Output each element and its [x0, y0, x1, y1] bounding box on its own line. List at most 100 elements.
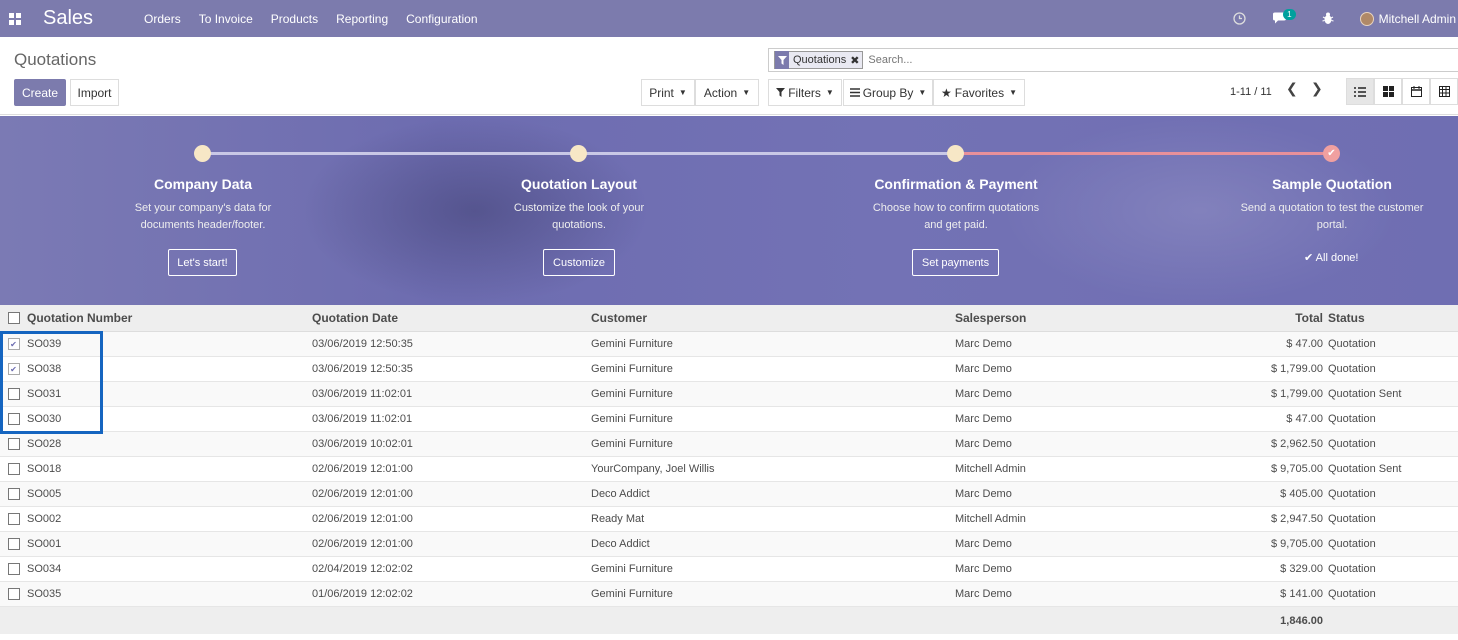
pager-previous-icon[interactable]: ❮: [1286, 80, 1298, 97]
step-quotation-layout: Quotation Layout Customize the look of y…: [469, 176, 689, 234]
row-quotation-number: SO039: [27, 338, 62, 350]
debug-bug-icon[interactable]: [1322, 12, 1334, 25]
lets-start-button[interactable]: Let's start!: [168, 249, 237, 276]
table-row[interactable]: SO018 02/06/2019 12:01:00 YourCompany, Joe…: [0, 457, 1458, 482]
row-checkbox[interactable]: [7, 488, 20, 500]
row-quotation-date: 02/06/2019 12:01:00: [312, 538, 413, 550]
row-salesperson: Marc Demo: [955, 538, 1012, 550]
row-total: $ 47.00: [1286, 413, 1323, 425]
row-total: $ 1,799.00: [1271, 388, 1323, 400]
row-quotation-date: 02/06/2019 12:01:00: [312, 463, 413, 475]
table-row[interactable]: SO001 02/06/2019 12:01:00 Deco Addict Marc …: [0, 532, 1458, 557]
row-customer: Gemini Furniture: [591, 413, 673, 425]
step-title: Confirmation & Payment: [874, 176, 1038, 192]
row-checkbox[interactable]: [7, 438, 20, 450]
table-row[interactable]: SO030 03/06/2019 11:02:01 Gemini Furniture…: [0, 407, 1458, 432]
app-name[interactable]: Sales: [43, 7, 93, 30]
row-total: $ 9,705.00: [1271, 538, 1323, 550]
messages-icon[interactable]: 1: [1272, 9, 1296, 25]
pivot-view-icon[interactable]: [1430, 78, 1458, 105]
table-row[interactable]: SO028 03/06/2019 10:02:01 Gemini Furniture…: [0, 432, 1458, 457]
menu-configuration[interactable]: Configuration: [397, 12, 486, 26]
all-done-status: ✔ All done!: [1304, 251, 1358, 264]
row-total: $ 329.00: [1280, 563, 1323, 575]
row-checkbox[interactable]: [7, 563, 20, 575]
row-checkbox[interactable]: [7, 588, 20, 600]
table-body: ✔ SO039 03/06/2019 12:50:35 Gemini Furnitur…: [0, 332, 1458, 607]
row-total: $ 2,962.50: [1271, 438, 1323, 450]
user-menu[interactable]: Mitchell Admin: [1359, 11, 1456, 26]
row-quotation-date: 03/06/2019 11:02:01: [312, 413, 413, 425]
action-dropdown[interactable]: Action ▼: [695, 79, 759, 106]
header-customer[interactable]: Customer: [591, 311, 955, 325]
top-navbar: Sales Orders To Invoice Products Reporti…: [0, 0, 1458, 37]
row-quotation-date: 02/06/2019 12:01:00: [312, 513, 413, 525]
caret-down-icon: ▼: [1009, 88, 1018, 97]
menu-reporting[interactable]: Reporting: [327, 12, 397, 26]
header-quotation-number[interactable]: Quotation Number: [27, 311, 312, 325]
create-button[interactable]: Create: [14, 79, 66, 106]
menu-products[interactable]: Products: [262, 12, 327, 26]
row-customer: Ready Mat: [591, 513, 645, 525]
header-quotation-date[interactable]: Quotation Date: [312, 311, 591, 325]
row-quotation-number: SO018: [27, 463, 62, 475]
table-row[interactable]: SO034 02/04/2019 12:02:02 Gemini Furniture…: [0, 557, 1458, 582]
table-footer: 1,846.00: [0, 607, 1458, 634]
row-checkbox[interactable]: ✔: [7, 338, 20, 350]
step-description: Customize the look of your quotations.: [513, 202, 645, 231]
step-sample-quotation: Sample Quotation Send a quotation to tes…: [1222, 176, 1442, 234]
groupby-label: Group By: [862, 85, 914, 100]
table-row[interactable]: SO002 02/06/2019 12:01:00 Ready Mat Mitchel…: [0, 507, 1458, 532]
header-total[interactable]: Total: [1171, 311, 1323, 325]
import-button[interactable]: Import: [70, 79, 119, 106]
table-row[interactable]: SO031 03/06/2019 11:02:01 Gemini Furniture…: [0, 382, 1458, 407]
row-salesperson: Marc Demo: [955, 363, 1012, 375]
search-bar: Quotations ✖: [768, 48, 1458, 72]
row-checkbox[interactable]: ✔: [7, 363, 20, 375]
row-customer: Gemini Furniture: [591, 363, 673, 375]
onboarding-banner: ✔ Company Data Set your company's data f…: [0, 116, 1458, 305]
row-checkbox[interactable]: [7, 413, 20, 425]
row-checkbox[interactable]: [7, 538, 20, 550]
row-checkbox[interactable]: [7, 463, 20, 475]
search-input[interactable]: [868, 54, 1369, 66]
header-status[interactable]: Status: [1323, 311, 1453, 325]
step-done-check-icon: ✔: [1323, 145, 1340, 162]
pager-value[interactable]: 1-11 / 11: [1230, 86, 1272, 98]
remove-facet-icon[interactable]: ✖: [850, 54, 862, 67]
activity-clock-icon[interactable]: [1233, 12, 1246, 25]
groupby-dropdown[interactable]: Group By ▼: [843, 79, 933, 106]
print-dropdown[interactable]: Print ▼: [641, 79, 695, 106]
select-all-checkbox[interactable]: [7, 312, 20, 324]
main-menu: Orders To Invoice Products Reporting Con…: [135, 12, 487, 26]
row-quotation-date: 03/06/2019 11:02:01: [312, 388, 413, 400]
row-checkbox[interactable]: [7, 388, 20, 400]
messages-count-badge: 1: [1283, 9, 1296, 20]
list-view-icon[interactable]: [1346, 78, 1374, 105]
row-status: Quotation Sent: [1328, 388, 1402, 400]
row-salesperson: Marc Demo: [955, 438, 1012, 450]
step-title: Company Data: [153, 176, 253, 192]
menu-orders[interactable]: Orders: [135, 12, 190, 26]
filters-dropdown[interactable]: Filters ▼: [768, 79, 842, 106]
step-description: Choose how to confirm quotations and get…: [872, 202, 1040, 231]
header-salesperson[interactable]: Salesperson: [955, 311, 1171, 325]
menu-to-invoice[interactable]: To Invoice: [190, 12, 262, 26]
calendar-view-icon[interactable]: [1402, 78, 1430, 105]
kanban-view-icon[interactable]: [1374, 78, 1402, 105]
table-row[interactable]: ✔ SO039 03/06/2019 12:50:35 Gemini Furnitur…: [0, 332, 1458, 357]
row-customer: Deco Addict: [591, 488, 650, 500]
row-quotation-date: 02/06/2019 12:01:00: [312, 488, 413, 500]
step-company-data: Company Data Set your company's data for…: [93, 176, 313, 234]
apps-menu-icon[interactable]: [0, 0, 30, 37]
print-label: Print: [649, 85, 674, 100]
favorites-dropdown[interactable]: ★ Favorites ▼: [933, 79, 1025, 106]
row-customer: Gemini Furniture: [591, 438, 673, 450]
customize-button[interactable]: Customize: [543, 249, 615, 276]
set-payments-button[interactable]: Set payments: [912, 249, 999, 276]
table-row[interactable]: SO005 02/06/2019 12:01:00 Deco Addict Marc …: [0, 482, 1458, 507]
row-checkbox[interactable]: [7, 513, 20, 525]
table-row[interactable]: ✔ SO038 03/06/2019 12:50:35 Gemini Furnitur…: [0, 357, 1458, 382]
table-row[interactable]: SO035 01/06/2019 12:02:02 Gemini Furniture…: [0, 582, 1458, 607]
pager-next-icon[interactable]: ❯: [1311, 80, 1323, 97]
